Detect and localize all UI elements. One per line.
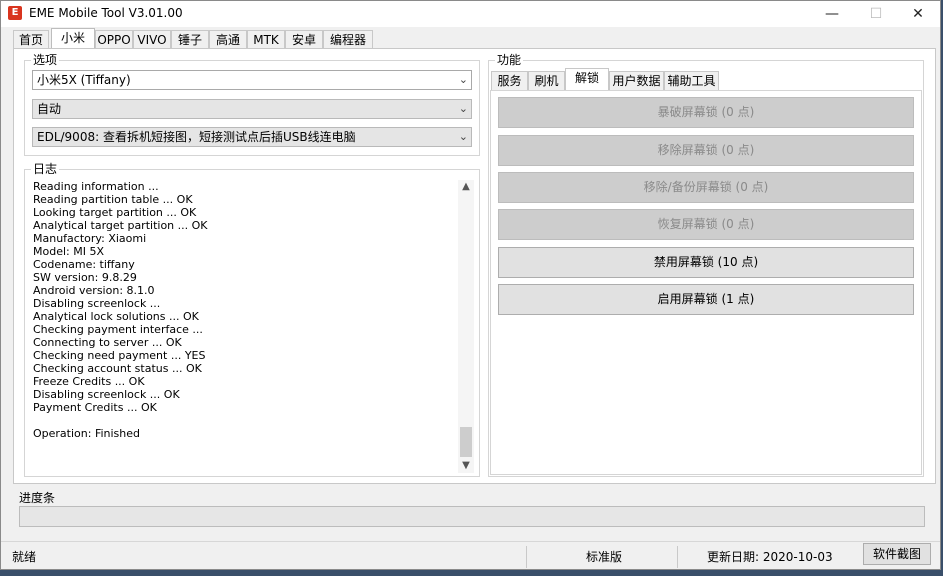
device-select-value: 小米5X (Tiffany) [37, 73, 131, 87]
brute-force-screenlock-button[interactable]: 暴破屏幕锁 (0 点) [498, 97, 914, 128]
status-edition: 标准版 [586, 550, 623, 564]
mode-select-value: 自动 [37, 102, 62, 116]
main-panel: 选项 小米5X (Tiffany) ⌄ 自动 ⌄ EDL/9008: 查看拆机短… [13, 48, 936, 484]
restore-screenlock-button[interactable]: 恢复屏幕锁 (0 点) [498, 209, 914, 240]
progress-bar [19, 506, 925, 527]
remove-screenlock-button[interactable]: 移除屏幕锁 (0 点) [498, 135, 914, 166]
tab-vivo[interactable]: VIVO [133, 30, 171, 48]
app-logo-icon: E [8, 6, 22, 20]
app-window: E EME Mobile Tool V3.01.00 — ☐ ✕ 首页 小米 O… [0, 0, 941, 570]
chevron-down-icon: ⌄ [458, 73, 468, 86]
close-button[interactable]: ✕ [896, 1, 940, 27]
tab-oppo[interactable]: OPPO [95, 30, 133, 48]
tab-user-data[interactable]: 用户数据 [609, 71, 664, 90]
tab-android[interactable]: 安卓 [285, 30, 323, 48]
log-line: Codename: tiffany [33, 258, 135, 271]
log-line: Analytical lock solutions ... OK [33, 310, 199, 323]
chevron-down-icon: ⌄ [458, 130, 468, 143]
options-group-label: 选项 [31, 52, 60, 68]
log-line: Model: MI 5X [33, 245, 104, 258]
status-divider [677, 546, 678, 568]
disable-screenlock-button[interactable]: 禁用屏幕锁 (10 点) [498, 247, 914, 278]
tab-tools[interactable]: 辅助工具 [664, 71, 719, 90]
progress-label: 进度条 [19, 491, 56, 505]
log-line: Android version: 8.1.0 [33, 284, 155, 297]
log-line: SW version: 9.8.29 [33, 271, 137, 284]
log-scrollbar[interactable]: ▲ ▼ [458, 180, 474, 473]
log-group-label: 日志 [31, 161, 60, 177]
tab-mtk[interactable]: MTK [247, 30, 285, 48]
device-select[interactable]: 小米5X (Tiffany) ⌄ [32, 70, 472, 90]
status-state: 就绪 [12, 550, 37, 564]
maximize-button[interactable]: ☐ [854, 1, 898, 27]
log-line: Checking account status ... OK [33, 362, 202, 375]
enable-screenlock-button[interactable]: 启用屏幕锁 (1 点) [498, 284, 914, 315]
function-group-label: 功能 [495, 52, 524, 68]
log-output[interactable]: Reading information ... Reading partition… [33, 180, 463, 468]
log-line: Connecting to server ... OK [33, 336, 182, 349]
tab-smartisan[interactable]: 锤子 [171, 30, 209, 48]
scroll-up-icon[interactable]: ▲ [458, 180, 474, 194]
log-line: Checking need payment ... YES [33, 349, 206, 362]
log-line: Looking target partition ... OK [33, 206, 197, 219]
function-tab-bar: 服务 刷机 解锁 用户数据 辅助工具 [491, 68, 921, 90]
tab-home[interactable]: 首页 [13, 30, 49, 48]
title-bar[interactable]: E EME Mobile Tool V3.01.00 — ☐ ✕ [1, 1, 940, 27]
tab-qualcomm[interactable]: 高通 [209, 30, 247, 48]
log-line: Disabling screenlock ... [33, 297, 161, 310]
minimize-button[interactable]: — [810, 1, 854, 27]
connection-select-value: EDL/9008: 查看拆机短接图，短接测试点后插USB线连电脑 [37, 130, 356, 144]
scroll-thumb[interactable] [460, 427, 472, 457]
scroll-down-icon[interactable]: ▼ [458, 459, 474, 473]
status-bar: 就绪 标准版 更新日期: 2020-10-03 软件截图 [1, 541, 940, 569]
status-divider [526, 546, 527, 568]
tab-programmer[interactable]: 编程器 [323, 30, 373, 48]
log-line: Reading partition table ... OK [33, 193, 193, 206]
log-line: Operation: Finished [33, 427, 141, 440]
chevron-down-icon: ⌄ [458, 102, 468, 115]
status-update-date: 更新日期: 2020-10-03 [707, 550, 833, 564]
mode-select[interactable]: 自动 ⌄ [32, 99, 472, 119]
connection-select[interactable]: EDL/9008: 查看拆机短接图，短接测试点后插USB线连电脑 ⌄ [32, 127, 472, 147]
log-line: Checking payment interface ... [33, 323, 203, 336]
log-line: Disabling screenlock ... OK [33, 388, 180, 401]
tab-xiaomi[interactable]: 小米 [51, 28, 95, 49]
log-line: Payment Credits ... OK [33, 401, 157, 414]
log-line: Reading information ... [33, 180, 159, 193]
tab-unlock[interactable]: 解锁 [565, 68, 609, 90]
window-title: EME Mobile Tool V3.01.00 [29, 6, 183, 20]
tab-flash[interactable]: 刷机 [528, 71, 565, 90]
log-line: Manufactory: Xiaomi [33, 232, 147, 245]
screenshot-button[interactable]: 软件截图 [863, 543, 931, 565]
log-line: Analytical target partition ... OK [33, 219, 208, 232]
log-line: Freeze Credits ... OK [33, 375, 145, 388]
remove-backup-screenlock-button[interactable]: 移除/备份屏幕锁 (0 点) [498, 172, 914, 203]
tab-service[interactable]: 服务 [491, 71, 528, 90]
